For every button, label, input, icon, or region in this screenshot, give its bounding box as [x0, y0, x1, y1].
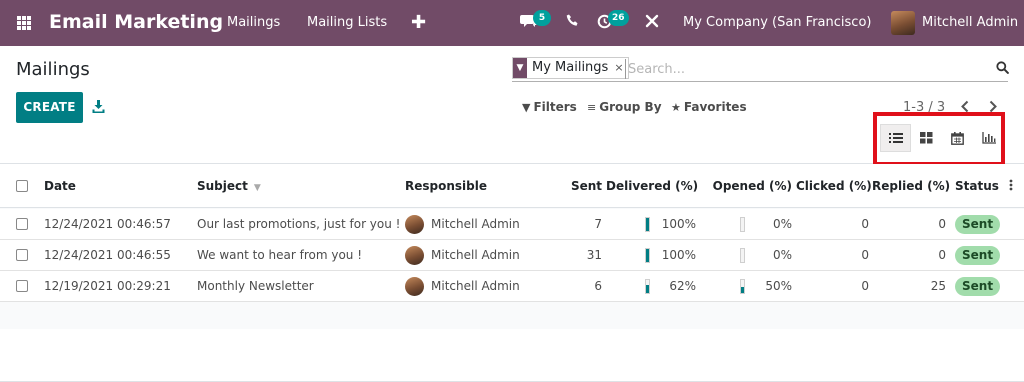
- status-badge: Sent: [955, 246, 1001, 265]
- table-header: Date Subject ▼ Responsible Sent Delivered…: [0, 164, 1024, 208]
- control-panel: Mailings CREATE ▼ My Mailings × ▼Filters…: [0, 46, 1024, 164]
- status-badge: Sent: [955, 277, 1001, 296]
- row-checkbox[interactable]: [16, 249, 28, 261]
- menu-mailings[interactable]: Mailings: [227, 15, 280, 30]
- table-row[interactable]: 12/24/2021 00:46:57 Our last promotions,…: [0, 209, 1024, 240]
- create-button[interactable]: CREATE: [16, 92, 83, 123]
- row-opened: 50%: [765, 279, 792, 293]
- row-checkbox[interactable]: [16, 218, 28, 230]
- row-clicked: 0: [861, 217, 869, 231]
- column-opened[interactable]: Opened (%): [700, 179, 792, 193]
- row-clicked: 0: [861, 279, 869, 293]
- avatar: [405, 215, 424, 234]
- search-bar: ▼ My Mailings ×: [512, 56, 1010, 82]
- top-navbar: Email Marketing Mailings Mailing Lists ✚…: [0, 0, 1024, 46]
- phone-icon[interactable]: [566, 14, 579, 31]
- filter-icon: ▼: [513, 58, 527, 78]
- company-switcher[interactable]: My Company (San Francisco): [683, 15, 871, 30]
- row-delivered: 100%: [661, 248, 696, 262]
- row-subject: Our last promotions, just for you !: [197, 217, 401, 231]
- page-title: Mailings: [16, 59, 90, 80]
- menu-mailing-lists[interactable]: Mailing Lists: [307, 15, 387, 30]
- sort-caret-icon: ▼: [253, 183, 261, 193]
- table-row[interactable]: 12/19/2021 00:29:21 Monthly Newsletter M…: [0, 271, 1024, 302]
- avatar: [405, 277, 424, 296]
- column-delivered[interactable]: Delivered (%): [606, 179, 698, 193]
- search-input[interactable]: [625, 59, 975, 79]
- download-icon[interactable]: [92, 100, 106, 114]
- row-subject: Monthly Newsletter: [197, 279, 314, 293]
- star-icon: ★: [671, 101, 681, 114]
- search-icon[interactable]: [996, 61, 1010, 75]
- table-empty-space: [0, 329, 1024, 382]
- row-opened: 0%: [772, 248, 792, 262]
- avatar: [405, 246, 424, 265]
- row-sent: 7: [594, 217, 602, 231]
- row-clicked: 0: [861, 248, 869, 262]
- row-responsible: Mitchell Admin: [431, 217, 520, 231]
- favorites-dropdown[interactable]: ★ Favorites: [671, 100, 747, 114]
- row-date: 12/24/2021 00:46:57: [44, 217, 171, 231]
- user-avatar[interactable]: [891, 11, 915, 35]
- column-subject[interactable]: Subject ▼: [197, 179, 261, 193]
- activities-badge: 26: [608, 10, 629, 26]
- row-sent: 31: [586, 248, 602, 262]
- row-replied: 25: [930, 279, 946, 293]
- optional-columns-icon[interactable]: [1009, 179, 1017, 193]
- row-date: 12/19/2021 00:29:21: [44, 279, 171, 293]
- view-switcher-highlight: [873, 112, 1005, 166]
- column-responsible[interactable]: Responsible: [405, 179, 487, 193]
- apps-menu-icon[interactable]: [17, 16, 31, 30]
- messages-badge: 5: [533, 10, 551, 26]
- debug-tools-icon[interactable]: [645, 14, 659, 32]
- app-title[interactable]: Email Marketing: [49, 11, 223, 33]
- column-status[interactable]: Status: [955, 179, 999, 193]
- row-responsible: Mitchell Admin: [431, 279, 520, 293]
- row-replied: 0: [938, 217, 946, 231]
- row-responsible: Mitchell Admin: [431, 248, 520, 262]
- column-sent[interactable]: Sent: [550, 179, 602, 193]
- row-delivered: 62%: [669, 279, 696, 293]
- row-delivered: 100%: [661, 217, 696, 231]
- group-by-dropdown[interactable]: ≡ Group By: [587, 100, 662, 114]
- select-all-checkbox[interactable]: [16, 180, 28, 192]
- filters-dropdown[interactable]: ▼ Filters: [522, 100, 577, 114]
- column-date[interactable]: Date: [44, 179, 76, 193]
- row-replied: 0: [938, 248, 946, 262]
- column-clicked[interactable]: Clicked (%): [796, 179, 872, 193]
- row-subject: We want to hear from you !: [197, 248, 363, 262]
- row-date: 12/24/2021 00:46:55: [44, 248, 171, 262]
- filter-funnel-icon: ▼: [522, 101, 531, 114]
- row-opened: 0%: [772, 217, 792, 231]
- row-sent: 6: [594, 279, 602, 293]
- search-facet[interactable]: ▼ My Mailings ×: [512, 57, 629, 79]
- group-by-icon: ≡: [587, 101, 597, 114]
- user-menu[interactable]: Mitchell Admin: [922, 15, 1018, 30]
- plus-icon[interactable]: ✚: [411, 12, 426, 33]
- facet-label: My Mailings: [532, 60, 609, 75]
- table-row[interactable]: 12/24/2021 00:46:55 We want to hear from…: [0, 240, 1024, 271]
- column-replied[interactable]: Replied (%): [872, 179, 950, 193]
- row-checkbox[interactable]: [16, 280, 28, 292]
- status-badge: Sent: [955, 215, 1001, 234]
